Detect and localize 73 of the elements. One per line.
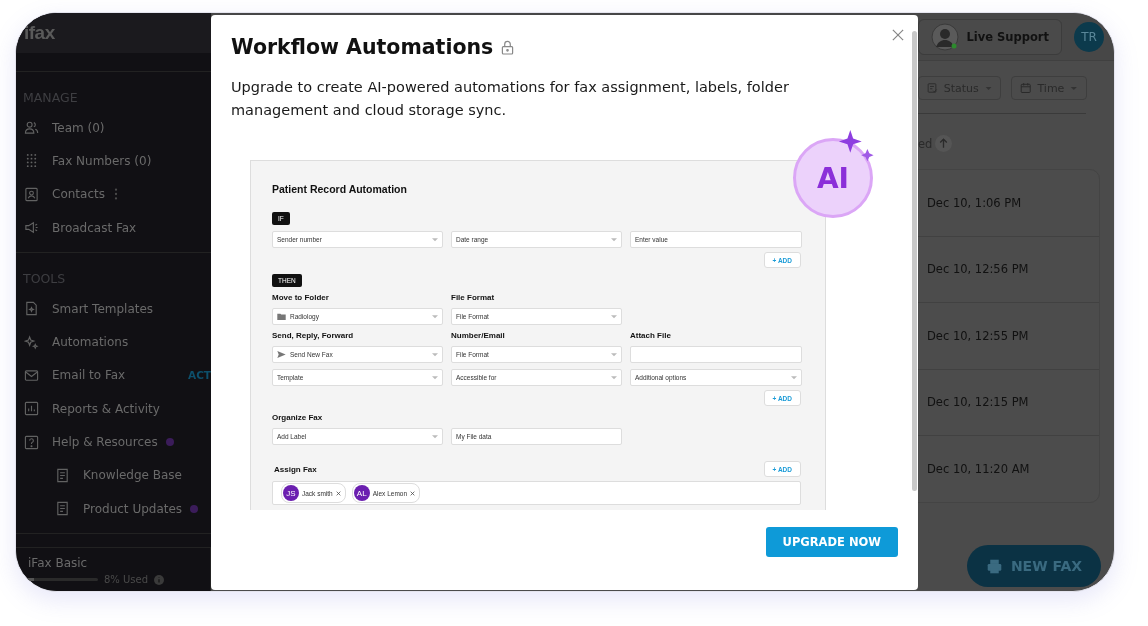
megaphone-icon [24, 220, 39, 236]
caret-icon [611, 314, 617, 319]
usage-reading: 8% Used [104, 574, 149, 585]
sidebar-item[interactable]: Help & Resources [52, 435, 158, 449]
caret-icon [611, 352, 617, 357]
fax-time: Dec 10, 1:06 PM [927, 195, 1022, 210]
plan-name: iFax Basic [28, 556, 89, 570]
caret-icon [432, 434, 438, 439]
sidebar-item[interactable]: Knowledge Base [83, 468, 182, 483]
status-tag: ACT [188, 369, 211, 382]
sidebar-item[interactable]: Team (0) [52, 120, 105, 135]
field-label: Attach File [630, 331, 672, 340]
upgrade-button[interactable]: UPGRADE NOW [765, 527, 898, 557]
field-label: Send, Reply, Forward [272, 331, 355, 340]
more-icon[interactable] [113, 187, 118, 202]
initials-avatar: JS [283, 485, 299, 501]
field-label: File Format [451, 293, 496, 302]
ai-badge: AI [793, 138, 873, 218]
caret-icon [611, 375, 617, 380]
scrollbar[interactable] [912, 31, 917, 491]
folder-icon [277, 313, 286, 320]
caret-icon [432, 352, 438, 357]
dialog-description: Upgrade to create AI-powered automations for fax assignment, labels, folder management and cloud storage sync. [231, 78, 790, 120]
caret-icon [432, 314, 438, 319]
help-icon [24, 434, 39, 450]
sidebar-item[interactable]: Reports & Activity [52, 401, 160, 416]
caret-icon [432, 237, 438, 242]
live-support-button[interactable]: Live Support [918, 18, 1062, 55]
sidebar-item[interactable]: Product Updates [83, 501, 183, 516]
chart-icon [24, 401, 39, 417]
caret-icon [791, 375, 797, 380]
sidebar-item[interactable]: Contacts [52, 187, 105, 202]
fax-time: Dec 10, 11:20 AM [927, 461, 1030, 476]
dialpad-icon [24, 153, 39, 169]
input-field[interactable] [630, 346, 802, 363]
sidebar-item[interactable]: Email to Fax [52, 368, 126, 383]
sidebar-item[interactable]: Smart Templates [52, 301, 154, 316]
remove-icon[interactable] [410, 490, 416, 496]
calendar-icon [1020, 82, 1032, 94]
document-sparkle-icon [24, 301, 39, 317]
field-label: Organize Fax [272, 413, 324, 422]
mail-icon [24, 367, 39, 383]
dialog-title: Workflow Automations [231, 35, 494, 59]
document-icon [55, 467, 70, 483]
fax-time: Dec 10, 12:15 PM [927, 395, 1029, 410]
logo: ifax [24, 22, 55, 44]
initials-avatar: AL [353, 485, 370, 501]
field-label: Move to Folder [272, 293, 330, 302]
sparkle-icon [24, 334, 39, 350]
new-fax-button[interactable]: NEW FAX [967, 545, 1101, 587]
send-icon [277, 351, 286, 358]
info-icon[interactable] [154, 574, 165, 585]
fax-time: Dec 10, 12:56 PM [927, 262, 1029, 277]
fax-time: Dec 10, 12:55 PM [927, 328, 1029, 343]
remove-icon[interactable] [335, 490, 341, 496]
field-label: Number/Email [451, 331, 506, 340]
field-label: Assign Fax [274, 464, 317, 474]
contact-card-icon [24, 186, 39, 202]
close-icon[interactable] [892, 29, 904, 41]
caret-icon [984, 85, 992, 91]
printer-icon [985, 557, 1003, 575]
document-icon [55, 501, 70, 517]
caret-icon [611, 237, 617, 242]
sidebar-item[interactable]: Broadcast Fax [52, 220, 137, 235]
caret-icon [1070, 85, 1078, 91]
checklist-icon [927, 82, 938, 94]
sidebar-item[interactable]: Fax Numbers (0) [52, 153, 152, 168]
preview-title: Patient Record Automation [272, 183, 408, 195]
people-icon [24, 120, 39, 136]
avatar-icon [931, 22, 960, 51]
sidebar-item[interactable]: Automations [52, 335, 129, 350]
caret-icon [432, 375, 438, 380]
user-avatar[interactable]: TR [1074, 21, 1104, 52]
